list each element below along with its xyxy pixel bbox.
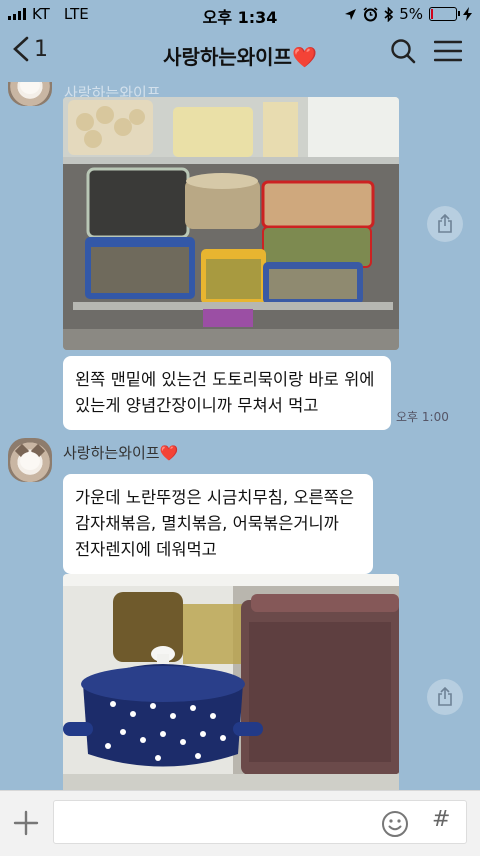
hash-icon[interactable]: #: [432, 807, 450, 832]
charging-icon: [463, 7, 472, 21]
share-icon: [438, 214, 452, 233]
back-chevron-icon: [13, 36, 29, 62]
alarm-icon: [363, 6, 378, 21]
plus-icon[interactable]: [10, 807, 42, 839]
menu-icon[interactable]: [434, 40, 462, 62]
avatar[interactable]: [8, 438, 52, 482]
status-bar: KT LTE 오후 1:34 5%: [0, 0, 480, 28]
share-button[interactable]: [427, 206, 463, 242]
pot-photo[interactable]: [63, 574, 399, 790]
chat-header: 1 사랑하는와이프❤️: [0, 28, 480, 82]
unread-count: 1: [34, 36, 48, 62]
share-button[interactable]: [427, 679, 463, 715]
battery-percent: 5%: [399, 5, 423, 23]
message-bubble[interactable]: 왼쪽 맨밑에 있는건 도토리묵이랑 바로 위에 있는게 양념간장이니까 무쳐서 …: [63, 356, 391, 430]
location-arrow-icon: [345, 8, 357, 20]
fridge-photo[interactable]: [63, 97, 399, 350]
battery-icon: [429, 7, 460, 21]
message-time: 오후 1:00: [396, 410, 449, 424]
sender-name: 사랑하는와이프❤️: [63, 444, 179, 462]
message-bubble[interactable]: 가운데 노란뚜껑은 시금치무침, 오른쪽은 감자채볶음, 멸치볶음, 어묵볶은거…: [63, 474, 373, 574]
message-input-bar: #: [0, 790, 480, 856]
bluetooth-icon: [384, 6, 394, 22]
share-icon: [438, 687, 452, 706]
back-button[interactable]: 1: [12, 36, 48, 62]
emoji-icon[interactable]: [381, 810, 409, 838]
search-icon[interactable]: [390, 38, 416, 64]
chat-area[interactable]: 사랑하는와이프 왼쪽 맨밑에 있는건 도토리묵이랑 바로 위에 있는게 양념간장…: [0, 82, 480, 790]
avatar[interactable]: [8, 82, 52, 106]
